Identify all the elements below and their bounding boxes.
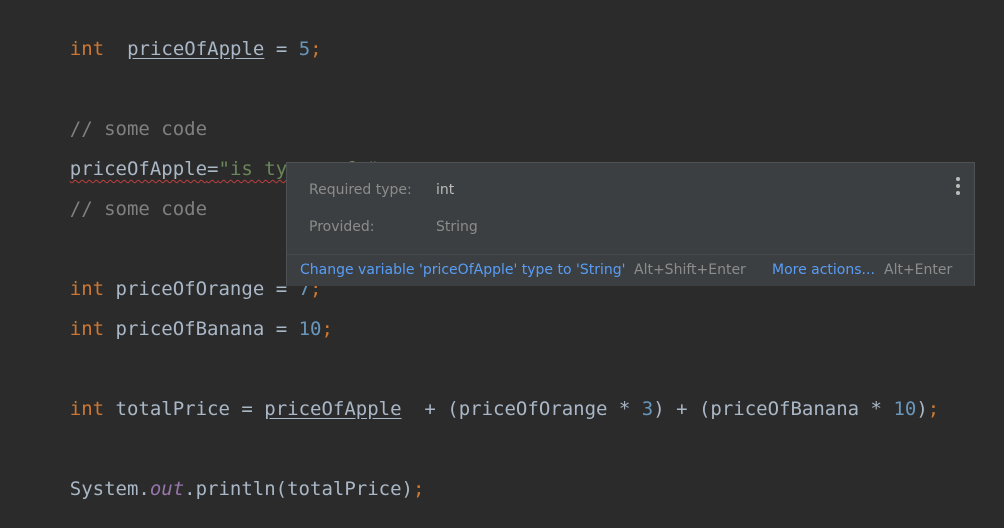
- code-line-7[interactable]: int priceOfOrange = 7;: [24, 250, 322, 300]
- operator: =: [229, 398, 265, 420]
- code-line-1[interactable]: int priceOfApple = 5;: [24, 10, 322, 60]
- semicolon: ;: [927, 398, 940, 420]
- variable-name: priceOfBanana: [115, 318, 265, 340]
- number-literal: 5: [298, 38, 311, 60]
- comment: // some code: [69, 198, 208, 220]
- method-call: .println(totalPrice): [184, 478, 413, 500]
- quick-fix-bar: Change variable 'priceOfApple' type to '…: [287, 254, 974, 286]
- more-vertical-icon[interactable]: [956, 177, 960, 195]
- keyword: int: [69, 398, 105, 420]
- type-info-panel: Required type: int Provided: String: [287, 163, 974, 254]
- code-line-8[interactable]: int priceOfBanana = 10;: [24, 290, 333, 340]
- expression-part: + (priceOfOrange *: [401, 398, 642, 420]
- static-field: out: [149, 478, 185, 500]
- required-type-label: Required type:: [309, 182, 412, 198]
- operator: =: [207, 158, 219, 180]
- keyword: int: [69, 38, 105, 60]
- code-line-10[interactable]: int totalPrice = priceOfApple + (priceOf…: [24, 370, 939, 420]
- code-line-12[interactable]: System.out.println(totalPrice);: [24, 450, 425, 500]
- required-type-value: int: [436, 182, 455, 198]
- semicolon: ;: [412, 478, 425, 500]
- semicolon: ;: [321, 318, 333, 340]
- number-literal: 10: [893, 398, 917, 420]
- provided-type-value: String: [436, 219, 478, 235]
- variable-reference[interactable]: priceOfApple: [264, 398, 401, 420]
- change-variable-type-action[interactable]: Change variable 'priceOfApple' type to '…: [300, 262, 625, 278]
- operator: =: [264, 318, 299, 340]
- number-literal: 3: [641, 398, 654, 420]
- expression-part: ) + (priceOfBanana *: [653, 398, 894, 420]
- variable-reference[interactable]: priceOfApple: [127, 38, 264, 60]
- code-line-5[interactable]: // some code: [24, 170, 207, 220]
- operator: =: [264, 38, 299, 60]
- code-line-3[interactable]: // some code: [24, 90, 207, 140]
- code-line-4[interactable]: priceOfApple="is type safe";: [24, 130, 390, 180]
- error-tooltip-popup: Required type: int Provided: String Chan…: [286, 162, 975, 286]
- number-literal: 10: [298, 318, 322, 340]
- keyword: int: [69, 318, 105, 340]
- more-actions-shortcut: Alt+Enter: [884, 262, 953, 278]
- change-variable-type-shortcut: Alt+Shift+Enter: [634, 262, 746, 278]
- code-editor[interactable]: int priceOfApple = 5; // some code priceO…: [0, 0, 1004, 500]
- provided-type-label: Provided:: [309, 219, 375, 235]
- more-actions-link[interactable]: More actions...: [772, 262, 875, 278]
- semicolon: ;: [310, 38, 322, 60]
- variable-name: totalPrice: [115, 398, 230, 420]
- class-reference: System.: [69, 478, 150, 500]
- expression-part: ): [916, 398, 928, 420]
